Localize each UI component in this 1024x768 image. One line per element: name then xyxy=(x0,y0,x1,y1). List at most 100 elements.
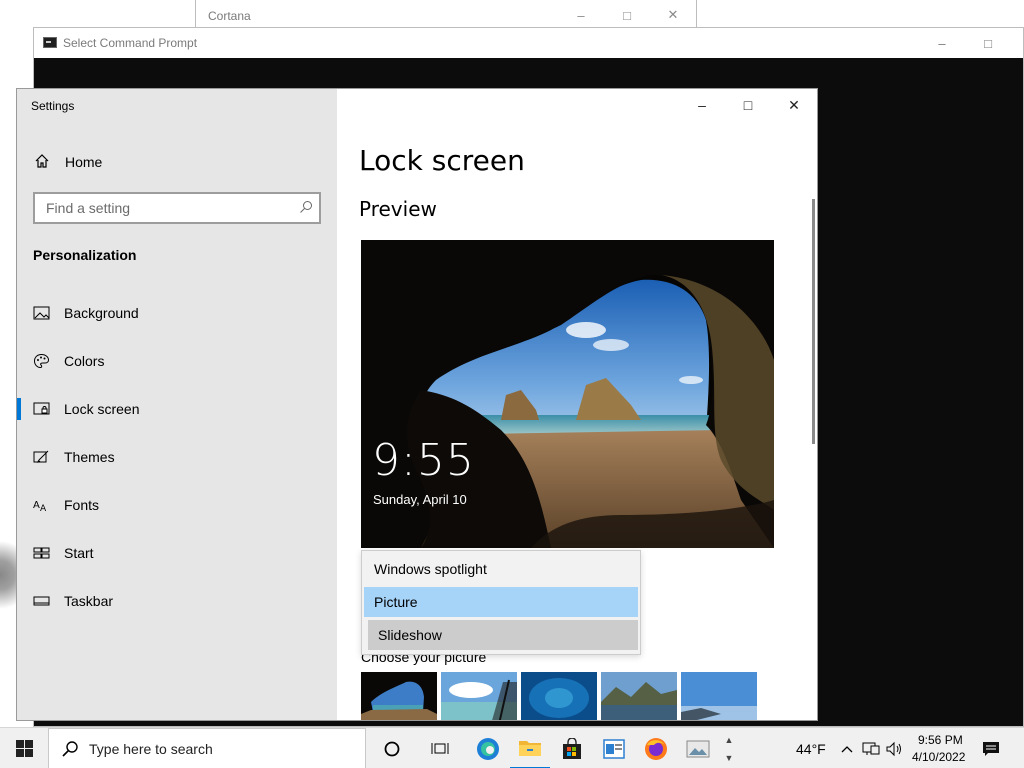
underwater-thumbnail-image xyxy=(521,672,597,720)
cortana-circle-icon xyxy=(384,741,400,756)
dropdown-option-slideshow[interactable]: Slideshow xyxy=(368,620,638,650)
content-scrollbar[interactable] xyxy=(812,199,815,444)
nav-label: Start xyxy=(64,545,94,561)
taskbar-icon xyxy=(33,596,50,606)
taskbar-search-box[interactable]: Type here to search xyxy=(48,728,366,768)
chevron-down-icon[interactable]: ▼ xyxy=(725,753,734,763)
svg-text:A: A xyxy=(33,500,40,511)
action-center-button[interactable] xyxy=(976,728,1006,768)
nav-label: Taskbar xyxy=(64,593,114,609)
network-button[interactable] xyxy=(861,728,881,768)
cortana-title: Cortana xyxy=(208,9,251,23)
window-app-icon xyxy=(603,738,625,759)
nav-label: Colors xyxy=(64,353,105,369)
task-view-button[interactable] xyxy=(420,728,460,768)
start-icon xyxy=(33,547,50,559)
palette-icon xyxy=(33,353,50,369)
settings-window-title: Settings xyxy=(31,99,75,113)
option-label: Picture xyxy=(374,594,418,610)
nav-home[interactable]: Home xyxy=(17,149,337,175)
search-icon xyxy=(62,741,78,757)
firefox-button[interactable] xyxy=(636,728,676,768)
find-setting-input[interactable]: Find a setting xyxy=(33,192,321,224)
cmd-title: Select Command Prompt xyxy=(63,36,198,50)
thumbnail-cave[interactable] xyxy=(361,672,437,720)
taskbar-overflow-scroll[interactable]: ▲ ▼ xyxy=(720,728,738,768)
maximize-button[interactable]: □ xyxy=(725,89,771,121)
beach-thumbnail-image xyxy=(441,672,517,720)
start-button[interactable] xyxy=(0,728,48,768)
home-icon xyxy=(35,154,49,168)
task-view-icon xyxy=(431,742,449,754)
nav-item-fonts[interactable]: AA Fonts xyxy=(17,481,337,529)
nav-label: Lock screen xyxy=(64,401,140,417)
preview-date: Sunday, April 10 xyxy=(373,492,467,507)
preview-time: 9:55 xyxy=(372,435,475,486)
taskbar: Type here to search ▲ ▼ 44°F 9:56 PM 4/1… xyxy=(0,727,1024,768)
minimize-button[interactable]: – xyxy=(919,28,965,58)
network-icon xyxy=(862,742,880,755)
firefox-icon xyxy=(645,737,667,760)
minimize-button[interactable]: – xyxy=(679,89,725,121)
nav-item-lock-screen[interactable]: Lock screen xyxy=(17,385,337,433)
option-label: Slideshow xyxy=(378,627,442,643)
minimize-button[interactable]: – xyxy=(558,0,604,30)
maximize-button[interactable]: □ xyxy=(965,28,1011,58)
thumbnail-underwater[interactable] xyxy=(521,672,597,720)
nav-home-label: Home xyxy=(65,154,103,170)
close-button[interactable]: ✕ xyxy=(650,0,696,30)
thumbnail-beach[interactable] xyxy=(441,672,517,720)
svg-text:A: A xyxy=(40,504,47,513)
speaker-icon xyxy=(886,741,901,756)
cortana-button[interactable] xyxy=(372,728,412,768)
cortana-window[interactable]: Cortana – □ ✕ xyxy=(195,0,697,30)
windows-logo-icon xyxy=(15,740,33,757)
search-icon xyxy=(300,201,312,213)
chevron-up-icon xyxy=(841,745,853,752)
page-title: Lock screen xyxy=(359,144,525,177)
lake-thumbnail-image xyxy=(601,672,677,720)
store-button[interactable] xyxy=(552,728,592,768)
thumbnail-sky[interactable] xyxy=(681,672,757,720)
section-heading: Personalization xyxy=(33,247,137,263)
option-label: Windows spotlight xyxy=(374,561,487,577)
cave-thumbnail-image xyxy=(361,672,437,720)
background-type-dropdown[interactable]: Windows spotlight Picture Slideshow xyxy=(361,550,641,655)
settings-sidebar: Settings Home Find a setting Personaliza… xyxy=(17,89,337,720)
thumbnail-lake[interactable] xyxy=(601,672,677,720)
app-button[interactable] xyxy=(594,728,634,768)
close-button[interactable]: ✕ xyxy=(771,89,817,121)
cmd-titlebar[interactable]: Select Command Prompt – □ xyxy=(34,28,1023,58)
nav-item-taskbar[interactable]: Taskbar xyxy=(17,577,337,625)
picture-app-icon xyxy=(686,740,710,757)
file-explorer-button[interactable] xyxy=(510,728,550,768)
maximize-button[interactable]: □ xyxy=(604,0,650,30)
settings-content: – □ ✕ Lock screen Preview 9:55 Sunday, A… xyxy=(337,89,817,720)
themes-icon xyxy=(33,450,49,463)
weather-temperature[interactable]: 44°F xyxy=(796,741,826,757)
settings-window[interactable]: Settings Home Find a setting Personaliza… xyxy=(16,88,818,721)
search-placeholder: Find a setting xyxy=(46,200,131,216)
nav-label: Fonts xyxy=(64,497,100,513)
dropdown-option-picture[interactable]: Picture xyxy=(364,587,638,617)
lock-screen-icon xyxy=(33,402,50,415)
folder-icon xyxy=(519,740,541,756)
nav-item-themes[interactable]: Themes xyxy=(17,433,337,481)
clock-date[interactable]: 4/10/2022 xyxy=(912,750,965,764)
nav-item-colors[interactable]: Colors xyxy=(17,337,337,385)
nav-item-background[interactable]: Background xyxy=(17,289,337,337)
cmd-scrollbar[interactable] xyxy=(1006,58,1023,726)
sky-thumbnail-image xyxy=(681,672,757,720)
dropdown-option-windows-spotlight[interactable]: Windows spotlight xyxy=(364,554,638,584)
picture-icon xyxy=(33,306,50,320)
media-app-button[interactable] xyxy=(678,728,718,768)
clock-time[interactable]: 9:56 PM xyxy=(918,733,963,747)
chevron-up-icon[interactable]: ▲ xyxy=(725,735,734,745)
show-hidden-icons-button[interactable] xyxy=(838,728,856,768)
nav-label: Themes xyxy=(64,449,115,465)
edge-button[interactable] xyxy=(468,728,508,768)
volume-button[interactable] xyxy=(884,728,904,768)
notification-icon xyxy=(983,741,999,756)
nav-list: Background Colors Lock screen Themes AA … xyxy=(17,289,337,625)
nav-item-start[interactable]: Start xyxy=(17,529,337,577)
